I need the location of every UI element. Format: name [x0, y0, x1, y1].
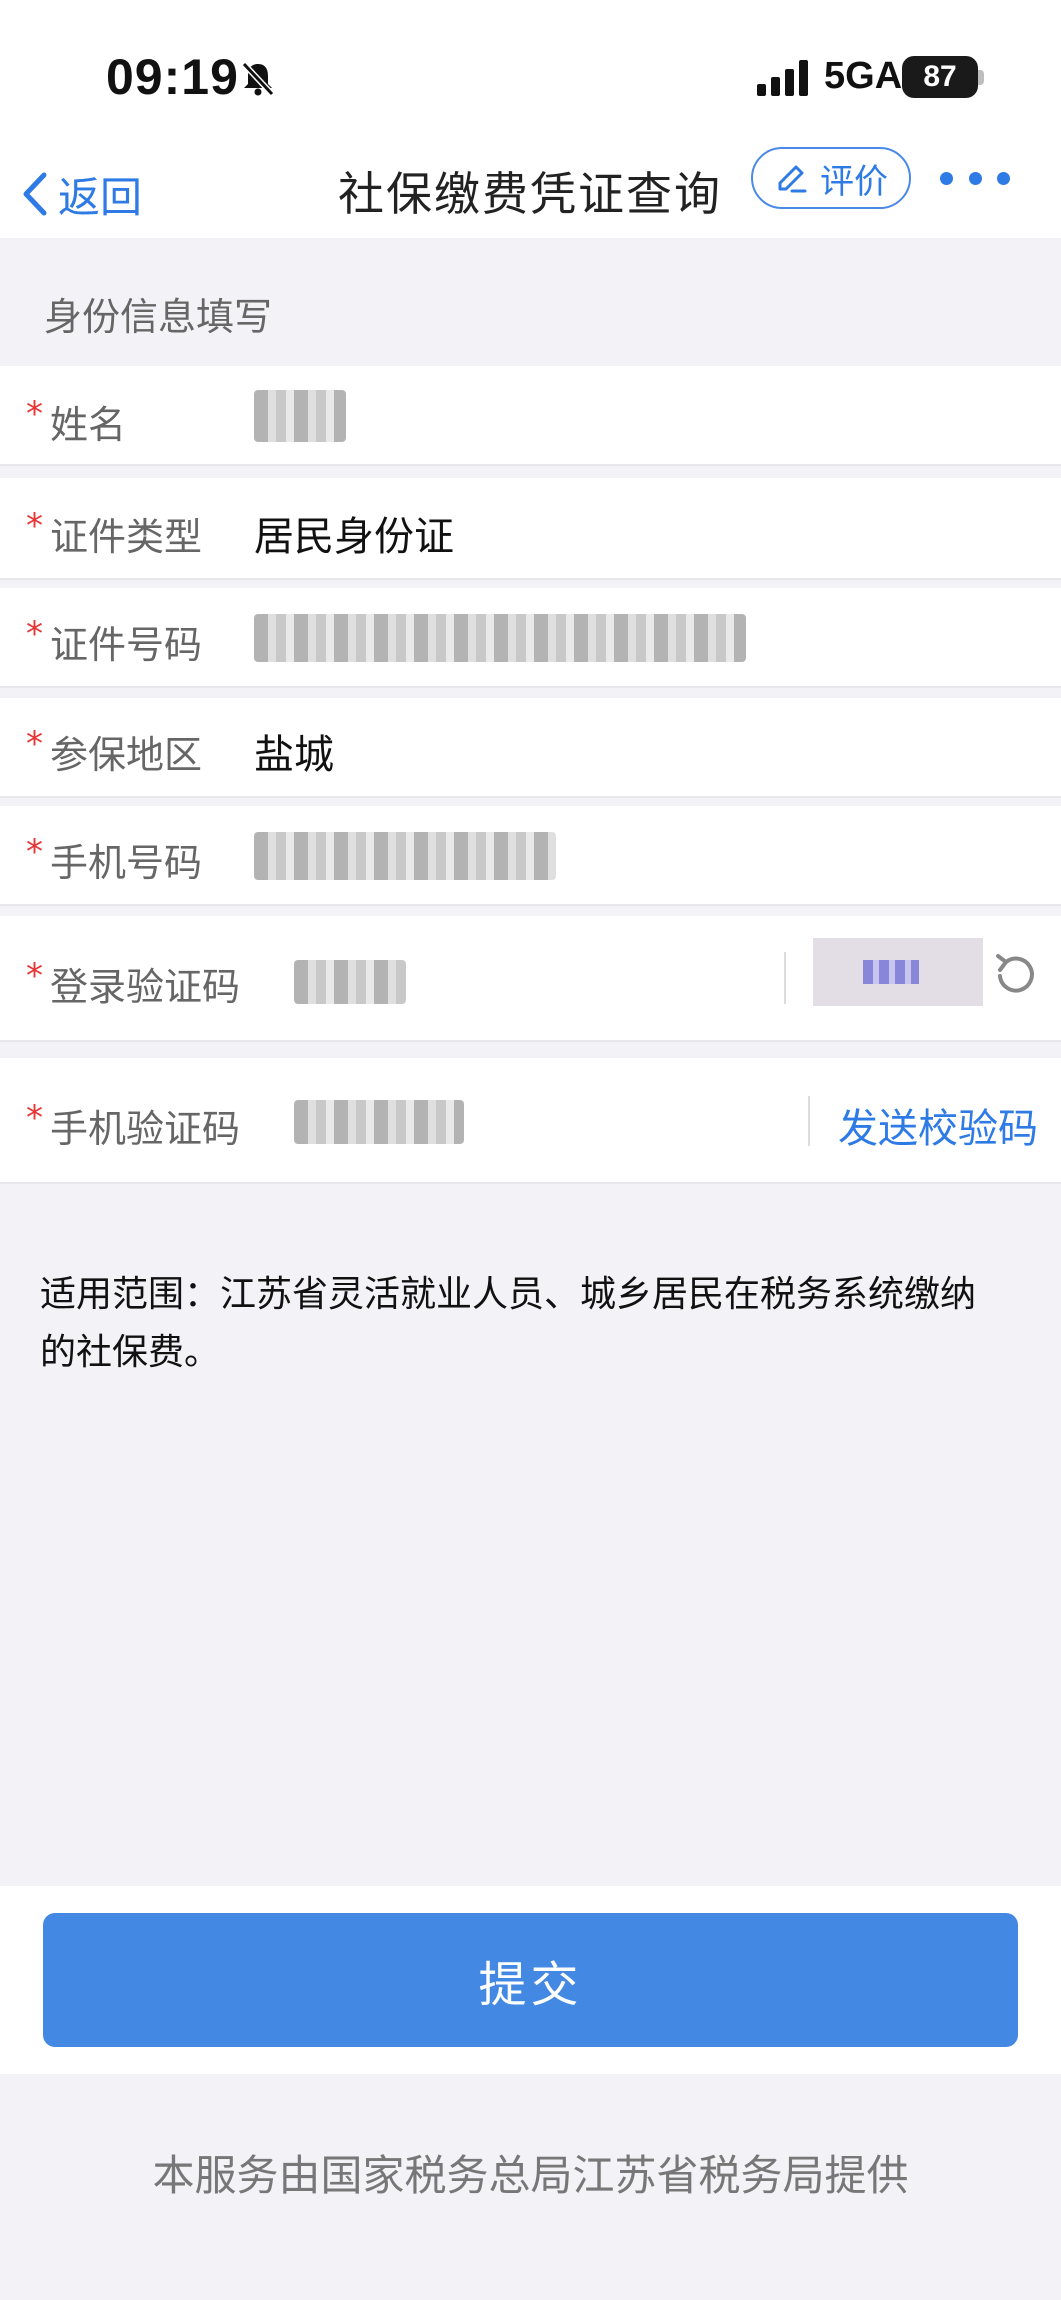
captcha-glyphs	[863, 960, 919, 984]
footer-provider-text: 本服务由国家税务总局江苏省税务局提供	[152, 2151, 909, 2200]
form-row-id-type[interactable]: * 证件类型 居民身份证	[0, 478, 1061, 580]
name-label: 姓名	[50, 403, 127, 447]
scope-note: 适用范围：江苏省灵活就业人员、城乡居民在税务系统缴纳的社保费。	[40, 1274, 977, 1373]
sms-code-label: 手机验证码	[50, 1107, 241, 1151]
phone-label: 手机号码	[50, 841, 203, 885]
section-header: 身份信息填写	[0, 238, 1061, 366]
id-number-label: 证件号码	[50, 623, 203, 667]
status-time: 09:19	[106, 49, 239, 105]
id-number-input[interactable]	[254, 614, 746, 662]
back-label: 返回	[58, 172, 143, 222]
required-mark: *	[26, 832, 43, 872]
required-mark: *	[26, 506, 43, 546]
battery-indicator: 87	[902, 56, 978, 98]
network-type: 5GA	[824, 55, 903, 97]
form-row-region[interactable]: * 参保地区 盐城	[0, 698, 1061, 798]
required-mark: *	[26, 1098, 43, 1138]
more-dots-icon[interactable]	[940, 160, 1010, 196]
required-mark: *	[26, 394, 43, 434]
submit-button[interactable]: 提交	[43, 1913, 1018, 2047]
back-button[interactable]: 返回	[18, 150, 142, 238]
region-label: 参保地区	[50, 733, 203, 777]
send-code-button[interactable]: 发送校验码	[838, 1096, 1038, 1154]
edit-pencil-icon	[778, 165, 807, 193]
section-title: 身份信息填写	[44, 295, 273, 339]
sms-code-input[interactable]	[294, 1100, 464, 1144]
refresh-icon[interactable]	[990, 948, 1042, 1000]
more-dot	[968, 171, 982, 185]
more-dot	[997, 171, 1010, 185]
battery-cap	[978, 70, 984, 85]
id-type-label: 证件类型	[50, 515, 203, 559]
divider	[808, 1096, 810, 1146]
chevron-left-icon	[23, 172, 47, 216]
name-input[interactable]	[254, 390, 346, 442]
login-code-label: 登录验证码	[50, 965, 241, 1009]
region-value: 盐城	[254, 732, 334, 778]
bell-slash-icon	[241, 61, 275, 97]
form-row-id-number: * 证件号码	[0, 588, 1061, 688]
required-mark: *	[26, 724, 43, 764]
signal-bars-icon	[757, 60, 808, 96]
more-dot	[940, 171, 953, 185]
status-bar: 09:19 5GA 87	[0, 0, 1061, 150]
id-type-value: 居民身份证	[254, 514, 454, 560]
captcha-image[interactable]	[813, 938, 983, 1006]
page-title: 社保缴费凭证查询	[338, 167, 722, 221]
required-mark: *	[26, 956, 43, 996]
login-code-input[interactable]	[294, 960, 406, 1004]
rate-label: 评价	[820, 161, 888, 202]
rate-button[interactable]: 评价	[751, 147, 911, 209]
required-mark: *	[26, 614, 43, 654]
divider	[784, 952, 786, 1004]
form-row-phone: * 手机号码	[0, 806, 1061, 906]
form-row-name: * 姓名	[0, 366, 1061, 466]
phone-input[interactable]	[254, 832, 556, 880]
